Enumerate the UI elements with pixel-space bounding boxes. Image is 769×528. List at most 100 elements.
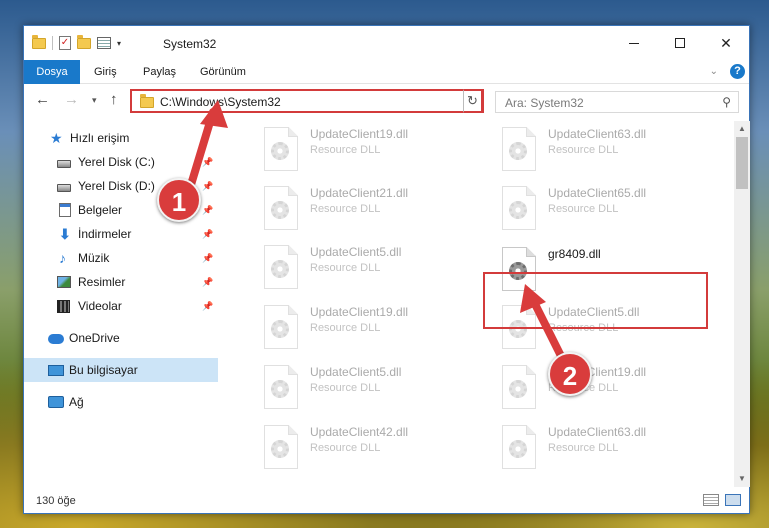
sidebar-item-downloads[interactable]: ⬇ İndirmeler 📌	[24, 222, 218, 246]
file-name: UpdateClient5.dll	[310, 245, 402, 259]
sidebar-item-local-disk-c[interactable]: Yerel Disk (C:) 📌	[24, 150, 218, 174]
file-item[interactable]: UpdateClient19.dll Resource DLL	[238, 123, 468, 173]
gear-icon	[271, 142, 289, 160]
properties-check-icon[interactable]: ✓	[59, 36, 71, 50]
sidebar-item-label: İndirmeler	[78, 227, 132, 241]
maximize-icon	[675, 38, 685, 48]
sidebar-item-label: Müzik	[78, 251, 110, 265]
sidebar-item-music[interactable]: ♪ Müzik 📌	[24, 246, 218, 270]
close-icon: ✕	[720, 34, 732, 51]
dll-file-icon	[264, 305, 298, 349]
file-item[interactable]: UpdateClient5.dll Resource DLL	[238, 241, 468, 291]
address-text[interactable]: C:\Windows\System32	[160, 95, 281, 109]
sidebar-item-label: Belgeler	[78, 203, 123, 217]
details-view-icon[interactable]	[703, 494, 719, 506]
download-icon: ⬇	[59, 226, 71, 242]
pin-icon[interactable]: 📌	[202, 301, 213, 312]
minimize-button[interactable]	[611, 26, 657, 60]
network-icon	[48, 396, 64, 408]
file-name: UpdateClient19.dll	[310, 127, 409, 141]
scroll-down-icon[interactable]: ▼	[734, 471, 750, 487]
dll-file-icon	[502, 425, 536, 469]
up-arrow-icon[interactable]: ↑	[110, 91, 118, 108]
item-count: 130 öğe	[36, 495, 76, 507]
file-item[interactable]: UpdateClient19.dll Resource DLL	[238, 301, 468, 351]
forward-arrow-icon[interactable]: →	[64, 91, 79, 108]
file-item[interactable]: UpdateClient21.dll Resource DLL	[238, 182, 468, 232]
sidebar-item-pictures[interactable]: Resimler 📌	[24, 270, 218, 294]
disk-icon	[57, 159, 71, 168]
dll-file-icon	[264, 186, 298, 230]
status-bar: 130 öğe	[24, 491, 749, 513]
file-item[interactable]: UpdateClient65.dll Resource DLL	[476, 182, 706, 232]
new-folder-icon[interactable]	[77, 34, 91, 49]
view-options-icon[interactable]	[97, 37, 111, 49]
file-item[interactable]: UpdateClient63.dll Resource DLL	[476, 421, 706, 471]
refresh-button[interactable]: ↻	[463, 89, 483, 113]
file-item[interactable]: UpdateClient63.dll Resource DLL	[476, 123, 706, 173]
close-button[interactable]: ✕	[703, 26, 749, 60]
sidebar-item-label: Yerel Disk (D:)	[78, 179, 155, 193]
file-type: Resource DLL	[310, 442, 381, 454]
videos-icon	[57, 299, 70, 313]
file-type: Resource DLL	[310, 203, 381, 215]
tab-home[interactable]: Giriş	[82, 60, 129, 84]
file-type: Resource DLL	[548, 144, 619, 156]
sidebar-item-this-pc[interactable]: Bu bilgisayar	[24, 358, 218, 382]
cloud-icon	[48, 334, 64, 344]
folder-icon	[140, 94, 154, 108]
sidebar-item-network[interactable]: Ağ	[24, 390, 218, 414]
address-bar[interactable]: C:\Windows\System32 ▾	[130, 89, 484, 113]
sidebar-item-videos[interactable]: Videolar 📌	[24, 294, 218, 318]
pin-icon[interactable]: 📌	[202, 205, 213, 216]
dll-file-icon	[502, 186, 536, 230]
dll-file-icon	[502, 365, 536, 409]
tab-share[interactable]: Paylaş	[131, 60, 188, 84]
search-icon[interactable]: ⚲	[722, 95, 731, 109]
sidebar-item-quick-access[interactable]: ★ Hızlı erişim	[24, 126, 218, 150]
back-arrow-icon[interactable]: ←	[35, 91, 50, 108]
dll-file-icon	[502, 127, 536, 171]
scroll-up-icon[interactable]: ▲	[734, 121, 750, 137]
pin-icon[interactable]: 📌	[202, 157, 213, 168]
sidebar-item-label: Videolar	[78, 299, 122, 313]
search-input[interactable]: Ara: System32	[505, 96, 584, 110]
dll-file-icon	[264, 245, 298, 289]
quick-access-toolbar: ✓ ▾	[32, 34, 121, 50]
large-icons-view-icon[interactable]	[725, 494, 741, 506]
file-name: gr8409.dll	[548, 247, 601, 261]
file-name: UpdateClient42.dll	[310, 425, 409, 439]
file-type: Resource DLL	[548, 203, 619, 215]
pin-icon[interactable]: 📌	[202, 253, 213, 264]
file-type: Resource DLL	[310, 382, 381, 394]
customize-dropdown-icon[interactable]: ▾	[117, 39, 121, 48]
ribbon: Dosya Giriş Paylaş Görünüm ⌄ ?	[24, 60, 749, 84]
tab-file[interactable]: Dosya	[24, 60, 80, 84]
expand-ribbon-icon[interactable]: ⌄	[710, 66, 718, 77]
pin-icon[interactable]: 📌	[202, 181, 213, 192]
callout-step-2: 2	[548, 352, 592, 396]
pin-icon[interactable]: 📌	[202, 229, 213, 240]
sidebar-item-label: Ağ	[69, 395, 84, 409]
search-box[interactable]: Ara: System32 ⚲	[495, 91, 739, 113]
file-explorer-window: ✓ ▾ System32 ✕ Dosya Giriş Paylaş Görünü…	[23, 25, 750, 514]
sidebar-item-onedrive[interactable]: OneDrive	[24, 326, 218, 350]
pin-icon[interactable]: 📌	[202, 277, 213, 288]
file-item[interactable]: UpdateClient42.dll Resource DLL	[238, 421, 468, 471]
file-type: Resource DLL	[310, 144, 381, 156]
folder-icon	[32, 34, 46, 49]
recent-locations-icon[interactable]: ▾	[92, 95, 97, 106]
maximize-button[interactable]	[657, 26, 703, 60]
file-item[interactable]: UpdateClient5.dll Resource DLL	[238, 361, 468, 411]
gear-icon	[509, 380, 527, 398]
window-title: System32	[163, 37, 217, 51]
help-icon[interactable]: ?	[730, 64, 745, 79]
file-name: UpdateClient19.dll	[310, 305, 409, 319]
dll-file-icon	[264, 425, 298, 469]
vertical-scrollbar[interactable]: ▲ ▼	[734, 121, 750, 487]
star-icon: ★	[50, 130, 63, 146]
scroll-thumb[interactable]	[736, 137, 748, 189]
tab-view[interactable]: Görünüm	[188, 60, 258, 84]
file-name: UpdateClient5.dll	[310, 365, 402, 379]
highlight-box-target-file	[483, 272, 708, 329]
